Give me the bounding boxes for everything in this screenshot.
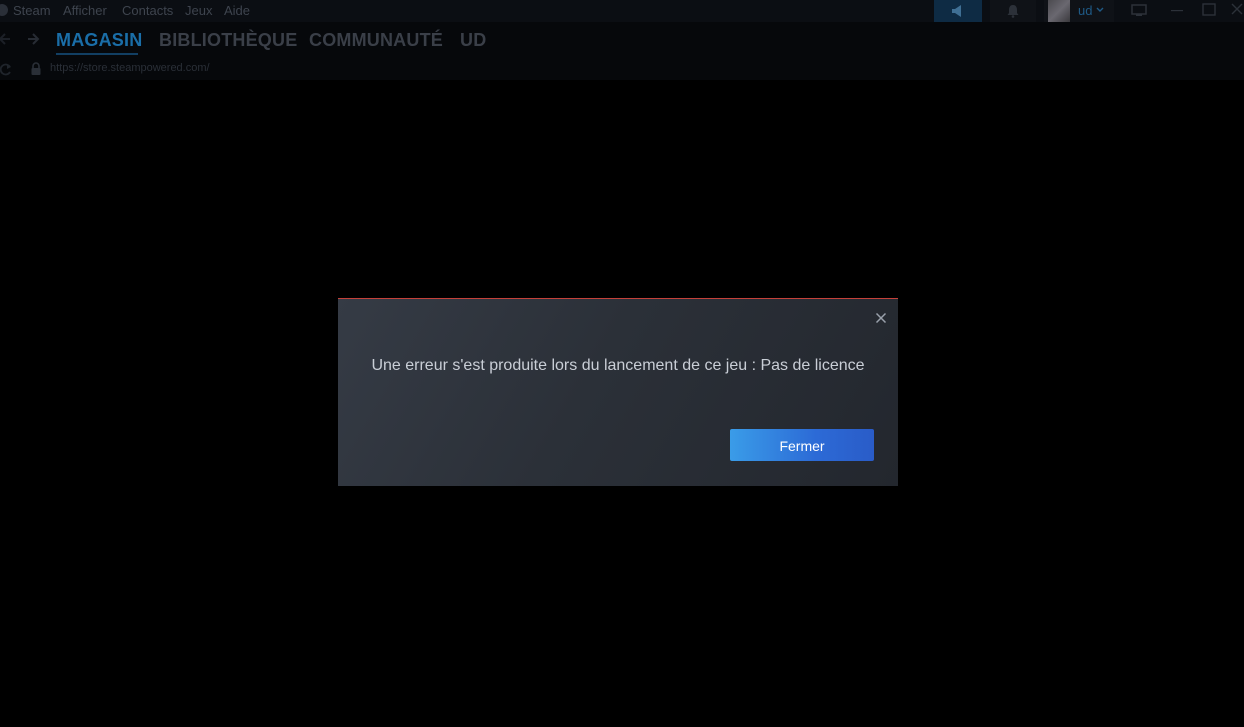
username: ud xyxy=(1078,3,1093,18)
error-message: Une erreur s'est produite lors du lancem… xyxy=(371,357,865,374)
lock-icon xyxy=(31,62,41,75)
bell-icon xyxy=(1007,5,1019,18)
url-bar: https://store.steampowered.com/ xyxy=(0,58,1244,80)
maximize-icon[interactable] xyxy=(1200,2,1218,18)
tab-magasin[interactable]: MAGASIN xyxy=(56,30,142,51)
menu-item-contacts[interactable]: Contacts xyxy=(122,3,173,18)
user-menu[interactable]: ud xyxy=(1044,0,1114,22)
menu-bar: Steam Afficher Contacts Jeux Aide ud xyxy=(0,0,1244,22)
reload-icon[interactable] xyxy=(0,62,12,76)
tab-bibliotheque[interactable]: BIBLIOTHÈQUE xyxy=(159,30,297,51)
menu-item-steam[interactable]: Steam xyxy=(13,3,51,18)
tab-ud[interactable]: UD xyxy=(460,30,486,51)
window-close-icon[interactable] xyxy=(1228,2,1244,18)
avatar xyxy=(1048,0,1070,22)
announcements-button[interactable] xyxy=(934,0,982,22)
arrow-left-icon[interactable] xyxy=(0,31,12,47)
big-picture-icon[interactable] xyxy=(1130,2,1148,18)
minimize-icon[interactable] xyxy=(1168,2,1186,18)
arrow-right-icon[interactable] xyxy=(26,31,40,47)
notifications-button[interactable] xyxy=(990,0,1036,22)
steam-logo-icon xyxy=(0,4,8,16)
megaphone-icon xyxy=(952,5,961,17)
close-icon[interactable] xyxy=(873,310,889,326)
close-button[interactable]: Fermer xyxy=(730,429,874,461)
chevron-down-icon xyxy=(1096,7,1104,12)
menu-item-afficher[interactable]: Afficher xyxy=(63,3,107,18)
error-dialog: Une erreur s'est produite lors du lancem… xyxy=(338,298,898,486)
active-tab-underline xyxy=(56,53,138,55)
url-text[interactable]: https://store.steampowered.com/ xyxy=(50,62,210,74)
menu-item-jeux[interactable]: Jeux xyxy=(185,3,212,18)
nav-bar: MAGASIN BIBLIOTHÈQUE COMMUNAUTÉ UD xyxy=(0,22,1244,58)
menu-item-aide[interactable]: Aide xyxy=(224,3,250,18)
steam-client-window: Steam Afficher Contacts Jeux Aide ud MAG… xyxy=(0,0,1244,727)
tab-communaute[interactable]: COMMUNAUTÉ xyxy=(309,30,443,51)
